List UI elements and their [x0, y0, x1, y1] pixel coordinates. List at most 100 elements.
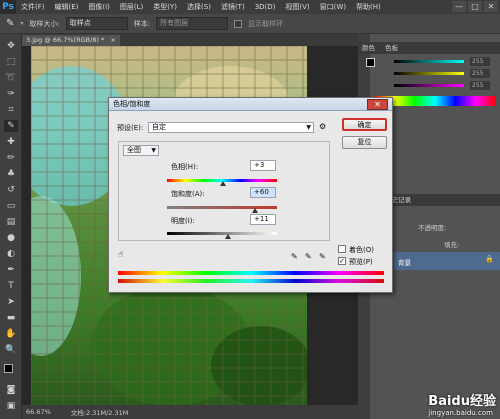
gradient-tool-icon[interactable]: ▤ — [4, 216, 18, 228]
chevron-down-icon: ▼ — [306, 124, 311, 131]
lasso-tool-icon[interactable]: ➰ — [4, 72, 18, 84]
lightness-slider[interactable] — [167, 232, 277, 235]
menu-window[interactable]: 窗口(W) — [315, 2, 351, 12]
menu-edit[interactable]: 编辑(E) — [50, 2, 84, 12]
baidu-watermark: Baidu经验 jingyan.baidu.com — [428, 390, 496, 417]
dialog-title: 色相/饱和度 — [113, 100, 151, 108]
quick-select-tool-icon[interactable]: ✑ — [4, 88, 18, 100]
hue-input[interactable]: +3 — [250, 160, 276, 171]
quick-mask-icon[interactable]: ◙ — [4, 384, 18, 396]
lightness-slider-thumb[interactable] — [225, 234, 232, 239]
tab-swatches[interactable]: 色板 — [385, 44, 398, 52]
preset-options-gear-icon[interactable]: ⚙ — [319, 122, 326, 131]
lightness-input[interactable]: +11 — [250, 214, 276, 225]
show-ring-checkbox[interactable] — [234, 19, 243, 28]
shape-tool-icon[interactable]: ▬ — [4, 312, 18, 324]
eyedropper-icon[interactable]: ✎ — [6, 18, 14, 29]
blue-slider[interactable] — [394, 84, 464, 87]
eraser-tool-icon[interactable]: ▭ — [4, 200, 18, 212]
color-panel-header: 颜色 色板 — [358, 42, 500, 54]
healing-tool-icon[interactable]: ✚ — [4, 136, 18, 148]
saturation-slider[interactable] — [167, 206, 277, 209]
eyedropper-tool-icon[interactable]: ✎ — [4, 120, 18, 132]
panel-foreground-swatch[interactable] — [366, 58, 375, 67]
preset-select[interactable]: 自定 ▼ — [148, 122, 314, 133]
foreground-color-swatch[interactable] — [4, 364, 13, 373]
screen-mode-icon[interactable]: ▣ — [4, 400, 18, 412]
sample-size-label: 取样大小: — [29, 19, 60, 28]
colorize-checkbox[interactable] — [338, 245, 346, 253]
stamp-tool-icon[interactable]: ♣ — [4, 168, 18, 180]
pen-tool-icon[interactable]: ✒ — [4, 264, 18, 276]
menu-type[interactable]: 类型(Y) — [148, 2, 182, 12]
crop-tool-icon[interactable]: ⌗ — [4, 104, 18, 116]
saturation-slider-thumb[interactable] — [252, 208, 258, 213]
path-select-tool-icon[interactable]: ➤ — [4, 296, 18, 308]
marquee-tool-icon[interactable]: ⬚ — [4, 56, 18, 68]
sample-size-select[interactable]: 取样点 — [65, 17, 128, 30]
lightness-label: 明度(I): — [171, 217, 195, 225]
minimize-button[interactable]: — — [452, 1, 466, 12]
maximize-button[interactable]: □ — [468, 1, 482, 12]
menu-select[interactable]: 选择(S) — [182, 2, 216, 12]
options-bar: ✎ ▾ 取样大小: 取样点 样本: 所有图层 显示取样环 — [0, 14, 500, 34]
preset-label: 预设(E): — [117, 124, 144, 132]
menu-3d[interactable]: 3D(D) — [250, 3, 281, 11]
green-value[interactable]: 255 — [470, 69, 490, 78]
saturation-input[interactable]: +60 — [250, 187, 276, 198]
zoom-level[interactable]: 66.67% — [26, 408, 51, 416]
layer-name: 背景 — [398, 259, 411, 267]
output-spectrum-bar — [118, 279, 384, 283]
menu-filter[interactable]: 滤镜(T) — [216, 2, 250, 12]
history-brush-icon[interactable]: ↺ — [4, 184, 18, 196]
menu-image[interactable]: 图像(I) — [83, 2, 115, 12]
close-window-button[interactable]: ✕ — [484, 1, 498, 12]
chevron-down-icon: ▼ — [151, 147, 156, 154]
tool-preset-dropdown-icon[interactable]: ▾ — [20, 20, 23, 27]
eyedropper-icon[interactable]: ✎ — [291, 252, 298, 261]
hue-label: 色相(H): — [171, 163, 199, 171]
status-bar: 66.67% 文档:2.31M/2.31M — [22, 405, 358, 419]
red-slider[interactable] — [394, 60, 464, 63]
colorize-label: 着色(O) — [349, 246, 374, 254]
move-tool-icon[interactable]: ✥ — [4, 40, 18, 52]
zoom-tool-icon[interactable]: 🔍 — [4, 344, 18, 356]
reset-button[interactable]: 复位 — [342, 136, 387, 149]
document-tab-close-icon[interactable]: × — [110, 36, 115, 44]
watermark-url: jingyan.baidu.com — [428, 409, 493, 417]
ok-button[interactable]: 确定 — [342, 118, 387, 131]
tab-color[interactable]: 颜色 — [362, 44, 375, 52]
document-tab[interactable]: 3.jpg @ 66.7%(RGB/8) * × — [22, 35, 120, 46]
menu-bar: Ps 文件(F) 编辑(E) 图像(I) 图层(L) 类型(Y) 选择(S) 滤… — [0, 0, 500, 14]
brush-tool-icon[interactable]: ✏ — [4, 152, 18, 164]
opacity-label: 不透明度: — [418, 224, 447, 232]
red-value[interactable]: 255 — [470, 57, 490, 66]
blue-value[interactable]: 255 — [470, 81, 490, 90]
hue-saturation-dialog: 色相/饱和度 ✕ 预设(E): 自定 ▼ ⚙ 确定 复位 全图 ▼ 色相(H):… — [108, 97, 393, 293]
sample-select[interactable]: 所有图层 — [156, 17, 229, 30]
preset-value: 自定 — [152, 123, 166, 131]
eyedropper-minus-icon[interactable]: ✎ — [319, 252, 326, 261]
saturation-label: 饱和度(A): — [171, 190, 205, 198]
hue-slider-thumb[interactable] — [220, 181, 227, 186]
sample-label: 样本: — [133, 19, 151, 28]
channel-select[interactable]: 全图 ▼ — [123, 145, 159, 156]
preview-checkbox[interactable]: ✓ — [338, 257, 346, 265]
menu-help[interactable]: 帮助(H) — [351, 2, 386, 12]
dialog-title-bar[interactable]: 色相/饱和度 — [109, 98, 392, 111]
document-tab-title: 3.jpg @ 66.7%(RGB/8) * — [26, 36, 105, 44]
document-size: 文档:2.31M/2.31M — [70, 409, 129, 417]
fill-label: 填充: — [444, 241, 460, 249]
blur-tool-icon[interactable]: ● — [4, 232, 18, 244]
green-slider[interactable] — [394, 72, 464, 75]
menu-file[interactable]: 文件(F) — [16, 2, 50, 12]
preview-label: 预览(P) — [349, 258, 373, 266]
dialog-close-button[interactable]: ✕ — [367, 99, 388, 110]
menu-layer[interactable]: 图层(L) — [115, 2, 148, 12]
dodge-tool-icon[interactable]: ◐ — [4, 248, 18, 260]
eyedropper-plus-icon[interactable]: ✎ — [305, 252, 312, 261]
hand-tool-icon[interactable]: ✋ — [4, 328, 18, 340]
targeted-adjustment-hand-icon[interactable]: ☝ — [118, 250, 123, 260]
type-tool-icon[interactable]: T — [4, 280, 18, 292]
menu-view[interactable]: 视图(V) — [280, 2, 314, 12]
